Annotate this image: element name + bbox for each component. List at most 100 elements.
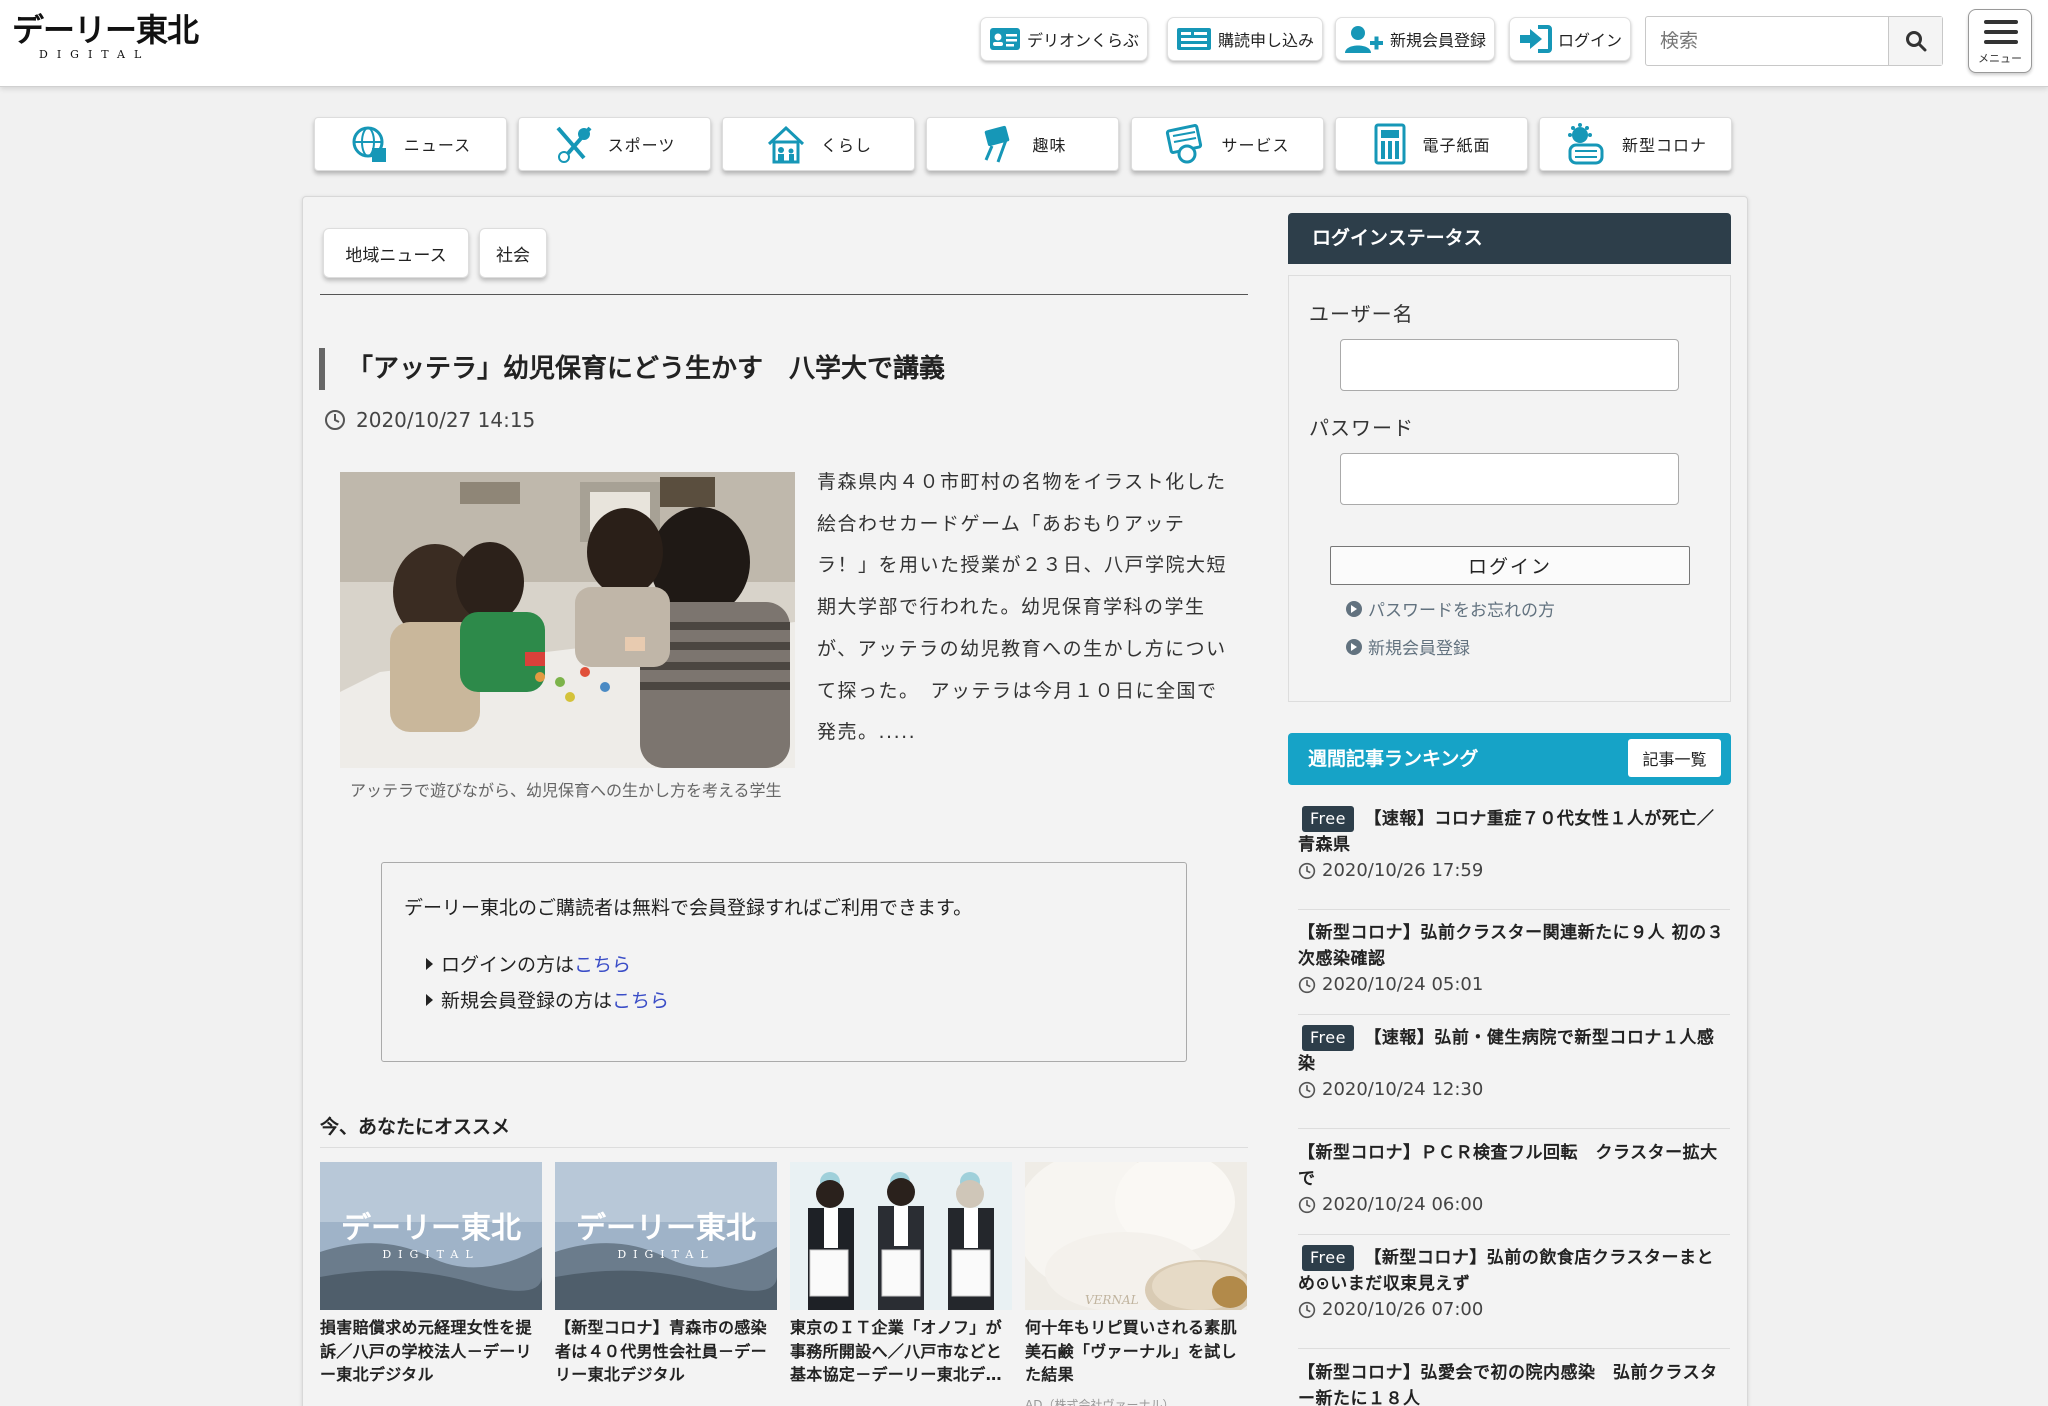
students-playing-cards-photo [340,472,795,768]
recommend-title: 【新型コロナ】青森市の感染者は４０代男性会社員－デーリー東北デジタル [555,1318,767,1384]
nav-hobby[interactable]: 趣味 [926,117,1119,171]
register-link[interactable]: 新規会員登録 [1346,634,1470,659]
photo-caption: アッテラで遊びながら、幼児保育への生かし方を考える学生 [350,781,782,800]
subscribe-label: 購読申し込み [1218,31,1315,50]
delion-club-button[interactable]: デリオンくらぶ [980,17,1149,61]
recommend-thumbnail: デーリー東北 DIGITAL [555,1162,777,1310]
menu-button[interactable]: メニュー [1968,9,2032,73]
nav-hobby-label: 趣味 [1032,136,1067,155]
ranking-date: 2020/10/24 06:00 [1298,1194,1730,1215]
hamburger-icon-bar [1984,30,2018,34]
register-button[interactable]: 新規会員登録 [1335,17,1496,61]
virus-mask-icon [1567,123,1604,165]
site-logo[interactable]: デーリー東北 DIGITAL [12,14,199,61]
clock-icon [1298,1196,1316,1213]
thumbnail-logo-text: デーリー東北 [576,1211,756,1246]
all-articles-button[interactable]: 記事一覧 [1628,739,1721,777]
search-button[interactable] [1888,17,1942,65]
nav-corona[interactable]: 新型コロナ [1539,117,1732,171]
register-link-text: 新規会員登録 [1368,639,1470,659]
login-header-label: ログイン [1558,31,1623,50]
nav-news-label: ニュース [403,136,472,155]
newspaper-icon [1177,28,1211,50]
hamburger-icon-bar [1984,20,2018,24]
notice-login-line: ログインの方は こちら [426,950,631,977]
free-badge: Free [1302,1025,1354,1051]
login-status-heading: ログインステータス [1288,213,1731,264]
login-form: ユーザー名 パスワード ログイン パスワードをお忘れの方 新規会員登録 [1288,275,1731,702]
ranking-item[interactable]: 【新型コロナ】ＰＣＲ検査フル回転 クラスター拡大で 2020/10/24 06:… [1298,1140,1730,1235]
ranking-date: 2020/10/24 05:01 [1298,974,1730,995]
login-header-button[interactable]: ログイン [1509,17,1632,61]
recommend-card[interactable]: VERNAL 何十年もリピ買いされる素肌美石鹸「ヴァーナル」を試した結果 [1025,1162,1247,1387]
recommend-title: 何十年もリピ買いされる素肌美石鹸「ヴァーナル」を試した結果 [1025,1318,1237,1384]
forgot-password-link[interactable]: パスワードをお忘れの方 [1346,596,1555,621]
add-user-icon [1345,26,1383,53]
tag-society[interactable]: 社会 [479,228,547,278]
notice-text: デーリー東北のご購読者は無料で会員登録すればご利用できます。 [404,897,973,919]
ranking-item[interactable]: Free 【速報】コロナ重症７０代女性１人が死亡／青森県 2020/10/26 … [1298,806,1730,910]
nav-service[interactable]: サービス [1131,117,1324,171]
free-badge: Free [1302,1245,1354,1271]
member-notice: デーリー東北のご購読者は無料で会員登録すればご利用できます。 ログインの方は こち… [381,862,1187,1062]
nav-news[interactable]: ニュース [314,117,507,171]
notice-login-link[interactable]: こちら [574,950,631,977]
subscribe-button[interactable]: 購読申し込み [1167,17,1324,61]
ranking-item[interactable]: Free 【新型コロナ】弘前の飲食店クラスターまとめ⊙いまだ収束見えず 2020… [1298,1245,1730,1349]
login-button[interactable]: ログイン [1330,546,1690,585]
notice-register-line: 新規会員登録の方は こちら [426,986,669,1013]
recommend-heading: 今、あなたにオススメ [320,1116,511,1138]
clock-icon [1298,976,1316,993]
thumbnail-logo-sub: DIGITAL [617,1248,714,1261]
password-input[interactable] [1340,453,1679,505]
nav-sports-label: スポーツ [607,136,676,155]
search-input[interactable] [1646,17,1890,65]
ranking-title-text: 【速報】コロナ重症７０代女性１人が死亡／青森県 [1298,809,1715,855]
service-icon [1166,124,1203,164]
arrow-circle-icon [1346,600,1362,617]
delion-club-label: デリオンくらぶ [1027,31,1140,50]
nav-corona-label: 新型コロナ [1621,136,1707,155]
ranking-date-text: 2020/10/24 05:01 [1322,974,1484,995]
clock-icon [1298,1081,1316,1098]
menu-label: メニュー [1978,52,2022,65]
ranking-date: 2020/10/26 17:59 [1298,860,1730,881]
clock-icon [1298,1301,1316,1318]
ranking-title: Free 【速報】弘前・健生病院で新型コロナ１人感染 [1298,1025,1730,1077]
notice-login-prefix: ログインの方は [441,954,575,976]
tag-local-news[interactable]: 地域ニュース [323,228,469,278]
article-photo[interactable] [340,472,795,768]
nav-service-label: サービス [1221,136,1290,155]
nav-epaper-label: 電子紙面 [1422,136,1491,155]
recommend-card[interactable]: デーリー東北 DIGITAL 【新型コロナ】青森市の感染者は４０代男性会社員－デ… [555,1162,777,1387]
article-date-text: 2020/10/27 14:15 [356,408,536,432]
free-badge: Free [1302,806,1354,832]
nav-epaper[interactable]: 電子紙面 [1335,117,1528,171]
ad-label: AD（株式会社ヴァーナル） [1025,1398,1175,1406]
ranking-date: 2020/10/26 07:00 [1298,1299,1730,1320]
triangle-bullet-icon [426,993,433,1006]
ranking-item[interactable]: 【新型コロナ】弘愛会で初の院内感染 弘前クラスター新たに１８人 [1298,1360,1730,1406]
site-header: デーリー東北 DIGITAL デリオンくらぶ 購読申し込み 新規会員登録 ログイ… [0,0,2048,87]
recommend-card[interactable]: デーリー東北 DIGITAL 損害賠償求め元経理女性を提訴／八戸の学校法人－デー… [320,1162,542,1387]
sports-icon [556,126,592,163]
ranking-item[interactable]: 【新型コロナ】弘前クラスター関連新たに９人 初の３次感染確認 2020/10/2… [1298,920,1730,1015]
thumbnail-brand-text: VERNAL [1085,1293,1139,1307]
ranking-title: Free 【新型コロナ】弘前の飲食店クラスターまとめ⊙いまだ収束見えず [1298,1245,1730,1297]
nav-life-label: くらし [820,136,872,155]
recommend-card[interactable]: 東京のＩＴ企業「オノフ」が事務所開設へ／八戸市などと基本協定－デーリー東北デ… [790,1162,1012,1387]
forgot-password-text: パスワードをお忘れの方 [1368,601,1555,621]
ranking-date-text: 2020/10/24 06:00 [1322,1194,1484,1215]
recommend-thumbnail: デーリー東北 DIGITAL [320,1162,542,1310]
ranking-date-text: 2020/10/26 07:00 [1322,1299,1484,1320]
nav-life[interactable]: くらし [722,117,915,171]
ranking-item[interactable]: Free 【速報】弘前・健生病院で新型コロナ１人感染 2020/10/24 12… [1298,1025,1730,1129]
nav-sports[interactable]: スポーツ [518,117,711,171]
login-icon [1520,25,1552,53]
ranking-date-text: 2020/10/26 17:59 [1322,860,1484,881]
clock-icon [1298,862,1316,879]
divider [320,1147,1248,1148]
username-input[interactable] [1340,339,1679,391]
ranking-title-text: 【速報】弘前・健生病院で新型コロナ１人感染 [1298,1028,1715,1074]
notice-register-link[interactable]: こちら [612,986,669,1013]
